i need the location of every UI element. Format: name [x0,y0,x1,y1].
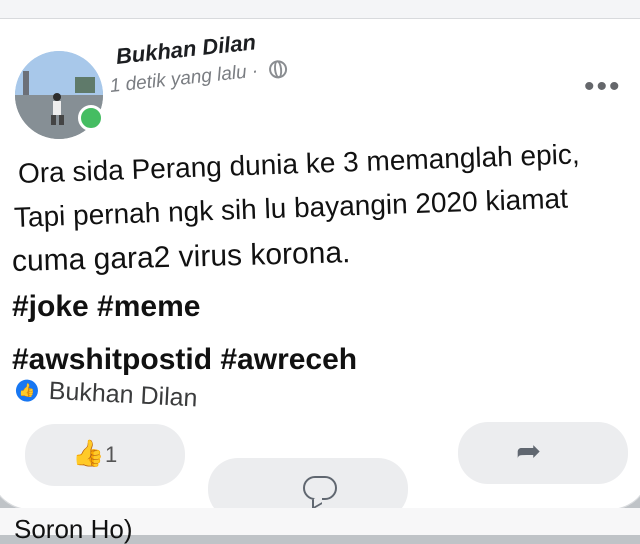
hashtags[interactable]: #awshitpostid #awreceh [12,343,357,377]
like-count: 1 [105,442,118,467]
hashtags[interactable]: #joke #meme [12,290,200,324]
thumbs-up-icon: 👍 [72,438,105,468]
next-post-peek-text: Soron Ho) [14,514,133,544]
meta-separator: · [250,60,260,83]
more-options-icon[interactable]: ••• [584,70,622,104]
comment-bubble-icon [303,476,337,500]
like-button[interactable]: 👍 1 [25,424,185,486]
share-button[interactable]: ➦ [458,422,628,484]
like-badge-icon: 👍 [15,379,39,403]
online-status-dot [78,105,104,131]
globe-icon [268,59,289,80]
share-arrow-icon: ➦ [516,435,542,468]
